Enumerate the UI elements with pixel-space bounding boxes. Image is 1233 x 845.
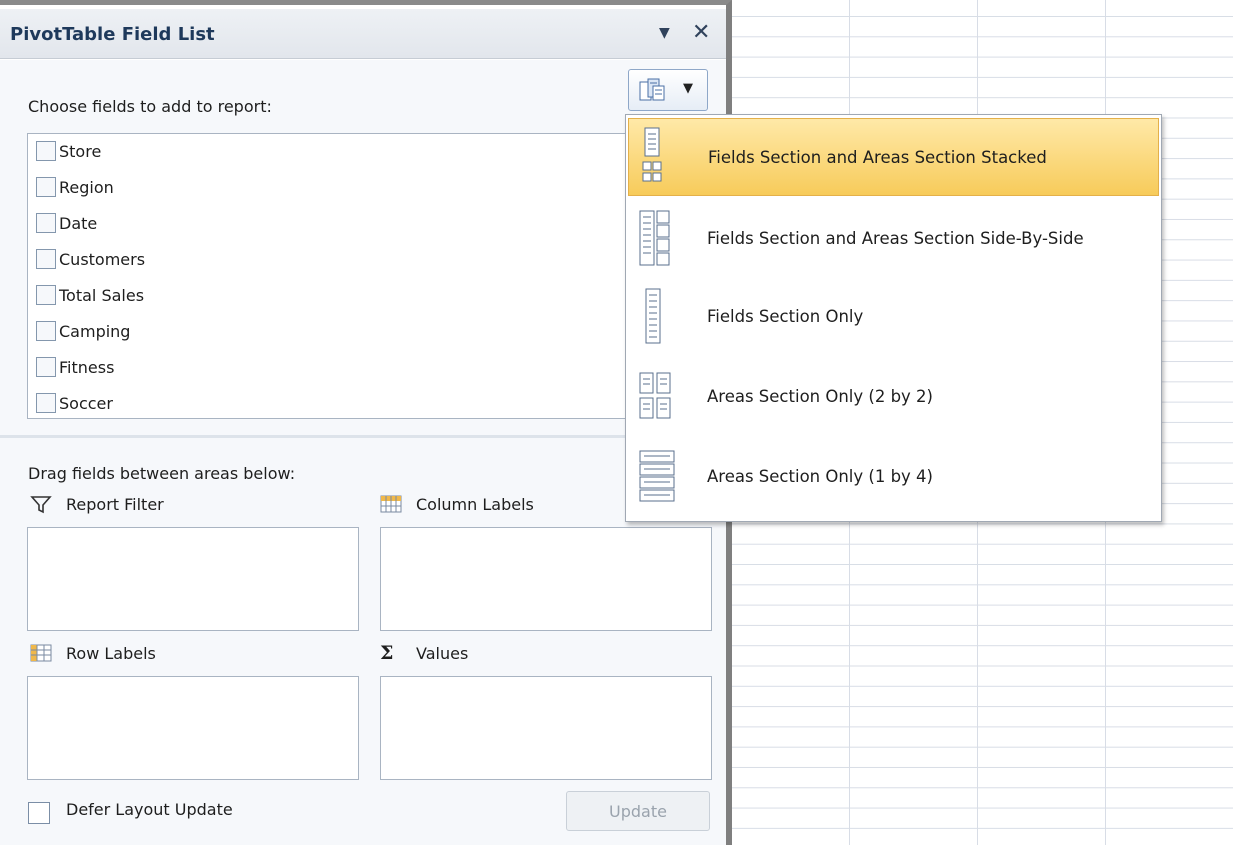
row-labels-header: Row Labels <box>30 643 156 663</box>
field-item-fitness[interactable]: Fitness <box>36 354 114 380</box>
field-item-total-sales[interactable]: Total Sales <box>36 282 144 308</box>
stacked-layout-icon <box>642 127 662 182</box>
field-checkbox[interactable] <box>36 213 56 233</box>
pane-title: PivotTable Field List <box>10 24 215 45</box>
layout-options-button[interactable]: ▼ <box>628 69 708 111</box>
menu-item-side-by-side[interactable]: Fields Section and Areas Section Side-By… <box>628 199 1159 277</box>
report-filter-header: Report Filter <box>30 494 164 514</box>
field-checkbox[interactable] <box>36 393 56 413</box>
field-checkbox[interactable] <box>36 177 56 197</box>
defer-layout-update-checkbox[interactable] <box>28 802 50 824</box>
choose-fields-label: Choose fields to add to report: <box>28 97 272 116</box>
field-item-soccer[interactable]: Soccer <box>36 390 113 416</box>
menu-item-label: Areas Section Only (2 by 2) <box>707 386 933 406</box>
field-checkbox[interactable] <box>36 357 56 377</box>
values-header: Σ Values <box>380 643 468 663</box>
report-filter-label: Report Filter <box>66 494 164 514</box>
report-filter-drop-area[interactable] <box>27 527 359 631</box>
column-labels-header: Column Labels <box>380 494 534 514</box>
fields-only-icon <box>645 288 661 344</box>
field-label: Soccer <box>59 393 113 413</box>
column-labels-drop-area[interactable] <box>380 527 712 631</box>
close-icon[interactable]: ✕ <box>692 20 710 45</box>
menu-item-label: Fields Section and Areas Section Stacked <box>708 147 1047 167</box>
chevron-down-icon: ▼ <box>683 81 693 96</box>
sigma-icon: Σ <box>380 642 394 664</box>
defer-layout-update-label: Defer Layout Update <box>66 800 233 819</box>
menu-item-label: Fields Section and Areas Section Side-By… <box>707 228 1084 248</box>
pivottable-field-list-pane: PivotTable Field List ▼ ✕ Choose fields … <box>0 0 732 845</box>
column-labels-icon <box>380 495 402 513</box>
field-item-region[interactable]: Region <box>36 174 114 200</box>
field-label: Date <box>59 213 98 233</box>
column-labels-label: Column Labels <box>416 494 534 514</box>
values-drop-area[interactable] <box>380 676 712 780</box>
side-by-side-layout-icon <box>639 210 670 266</box>
field-item-customers[interactable]: Customers <box>36 246 145 272</box>
field-label: Region <box>59 177 114 197</box>
menu-item-label: Areas Section Only (1 by 4) <box>707 466 933 486</box>
pane-options-dropdown-icon[interactable]: ▼ <box>659 25 670 41</box>
menu-item-label: Fields Section Only <box>707 306 864 326</box>
field-item-store[interactable]: Store <box>36 138 101 164</box>
areas-1by4-icon <box>639 450 675 502</box>
field-checkbox[interactable] <box>36 321 56 341</box>
menu-item-stacked[interactable]: Fields Section and Areas Section Stacked <box>628 118 1159 196</box>
row-labels-icon <box>30 644 52 662</box>
filter-icon <box>30 496 52 514</box>
field-label: Total Sales <box>59 285 145 305</box>
update-button[interactable]: Update <box>566 791 710 831</box>
field-item-date[interactable]: Date <box>36 210 97 236</box>
row-labels-label: Row Labels <box>66 643 156 663</box>
field-checkbox[interactable] <box>36 249 56 269</box>
menu-item-areas-2by2[interactable]: Areas Section Only (2 by 2) <box>628 357 1159 435</box>
field-list[interactable]: Store Region Date Customers Total Sales … <box>27 133 707 419</box>
field-checkbox[interactable] <box>36 285 56 305</box>
drag-fields-label: Drag fields between areas below: <box>28 464 296 483</box>
field-item-camping[interactable]: Camping <box>36 318 130 344</box>
areas-2by2-icon <box>639 372 671 419</box>
field-label: Camping <box>59 321 131 341</box>
values-label: Values <box>416 643 469 663</box>
field-label: Fitness <box>59 357 115 377</box>
field-label: Customers <box>59 249 146 269</box>
menu-item-fields-only[interactable]: Fields Section Only <box>628 277 1159 355</box>
layout-icon <box>639 78 665 101</box>
field-label: Store <box>59 141 102 161</box>
pane-header: PivotTable Field List ▼ ✕ <box>0 9 726 59</box>
row-labels-drop-area[interactable] <box>27 676 359 780</box>
layout-options-menu: Fields Section and Areas Section Stacked… <box>625 114 1162 522</box>
field-checkbox[interactable] <box>36 141 56 161</box>
menu-item-areas-1by4[interactable]: Areas Section Only (1 by 4) <box>628 437 1159 515</box>
